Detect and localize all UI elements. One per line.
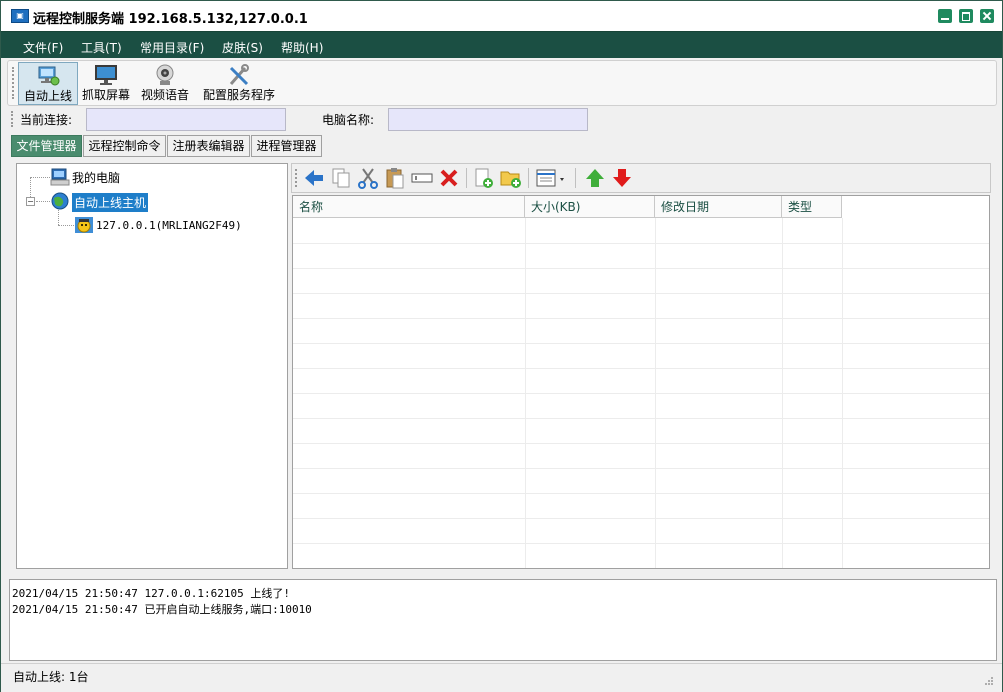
column-header-type[interactable]: 类型 xyxy=(782,196,842,218)
menu-skin[interactable]: 皮肤(S) xyxy=(222,39,263,56)
grid-line xyxy=(293,518,989,519)
grid-line xyxy=(293,243,989,244)
current-connection-label: 当前连接: xyxy=(20,113,73,127)
back-arrow-icon[interactable] xyxy=(303,167,325,189)
tab-remote-commands[interactable]: 远程控制命令 xyxy=(83,135,166,157)
webcam-icon xyxy=(156,64,174,85)
computer-name-field[interactable] xyxy=(388,108,588,131)
copy-icon[interactable] xyxy=(330,167,352,189)
column-header-name[interactable]: 名称 xyxy=(293,196,525,218)
menu-bar: 文件(F) 工具(T) 常用目录(F) 皮肤(S) 帮助(H) xyxy=(1,31,1002,58)
grid-line xyxy=(293,368,989,369)
auto-online-button[interactable]: 自动上线 xyxy=(18,62,78,105)
tree-collapse-toggle[interactable]: − xyxy=(26,197,35,206)
toolbar-separator xyxy=(466,168,467,188)
tree-node-auto-online-hosts[interactable]: 自动上线主机 xyxy=(50,192,170,212)
host-tree[interactable]: − 我的电脑 自动上线主机 127.0.0.1(MRLIANG2F49) xyxy=(16,163,288,569)
grid-line xyxy=(293,343,989,344)
my-computer-icon xyxy=(50,168,70,186)
grid-line xyxy=(293,443,989,444)
video-voice-button[interactable]: 视频语音 xyxy=(139,62,191,103)
grid-line xyxy=(293,293,989,294)
config-server-label: 配置服务程序 xyxy=(202,88,275,102)
tree-node-host[interactable]: 127.0.0.1(MRLIANG2F49) xyxy=(74,216,264,236)
status-text: 自动上线: 1台 xyxy=(13,670,89,684)
app-icon: ▣ xyxy=(11,9,29,23)
upload-icon[interactable] xyxy=(584,167,606,189)
toolbar-separator xyxy=(528,168,529,188)
log-output[interactable]: 2021/04/15 21:50:47 127.0.0.1:62105 上线了!… xyxy=(9,579,997,661)
file-toolbar-grip[interactable] xyxy=(295,169,299,187)
menu-common-dirs[interactable]: 常用目录(F) xyxy=(140,39,204,56)
new-file-icon[interactable] xyxy=(473,167,495,189)
config-server-button[interactable]: 配置服务程序 xyxy=(200,62,278,103)
tab-file-manager[interactable]: 文件管理器 xyxy=(11,135,82,157)
computer-name-label: 电脑名称: xyxy=(322,113,375,127)
connection-bar: 当前连接: 电脑名称: xyxy=(7,107,995,131)
grid-line xyxy=(293,543,989,544)
tree-node-my-computer[interactable]: 我的电脑 xyxy=(50,168,170,186)
monitor-icon xyxy=(95,65,117,85)
resize-grip-icon[interactable] xyxy=(984,676,994,686)
view-mode-icon[interactable] xyxy=(535,167,567,189)
grid-line xyxy=(293,318,989,319)
tools-icon xyxy=(229,64,249,86)
tree-node-label: 我的电脑 xyxy=(72,171,121,185)
tree-connector xyxy=(58,210,59,225)
maximize-button[interactable] xyxy=(959,9,973,23)
menu-file[interactable]: 文件(F) xyxy=(23,39,63,56)
grid-line xyxy=(293,493,989,494)
current-connection-field[interactable] xyxy=(86,108,286,131)
close-button[interactable] xyxy=(980,9,994,23)
video-voice-label: 视频语音 xyxy=(140,88,189,102)
menu-tools[interactable]: 工具(T) xyxy=(81,39,122,56)
toolbar-grip[interactable] xyxy=(12,67,16,99)
capture-screen-button[interactable]: 抓取屏幕 xyxy=(80,62,132,103)
grid-line xyxy=(293,418,989,419)
delete-icon[interactable] xyxy=(438,167,460,189)
host-avatar-icon xyxy=(75,217,93,233)
file-toolbar xyxy=(291,163,991,193)
tree-connector xyxy=(36,201,50,202)
log-line: 2021/04/15 21:50:47 127.0.0.1:62105 上线了! xyxy=(12,587,291,600)
grid-line xyxy=(293,268,989,269)
tree-connector xyxy=(58,225,74,226)
column-header-size[interactable]: 大小(KB) xyxy=(525,196,655,218)
auto-online-label: 自动上线 xyxy=(23,89,72,103)
file-manager-panel: − 我的电脑 自动上线主机 127.0.0.1(MRLIANG2F49) 名称 … xyxy=(9,157,997,575)
tab-registry-editor[interactable]: 注册表编辑器 xyxy=(167,135,250,157)
grid-line xyxy=(293,468,989,469)
log-line: 2021/04/15 21:50:47 已开启自动上线服务,端口:10010 xyxy=(12,603,312,616)
column-header-modified[interactable]: 修改日期 xyxy=(655,196,782,218)
tab-process-manager[interactable]: 进程管理器 xyxy=(251,135,322,157)
cut-icon[interactable] xyxy=(357,167,379,189)
paste-icon[interactable] xyxy=(384,167,406,189)
new-folder-icon[interactable] xyxy=(500,167,522,189)
tree-node-label: 自动上线主机 xyxy=(72,193,149,212)
main-window: ▣ 远程控制服务端 192.168.5.132,127.0.0.1 文件(F) … xyxy=(0,0,1003,692)
tree-connector xyxy=(30,177,50,178)
main-toolbar: 自动上线 抓取屏幕 视频语音 配置服务程序 xyxy=(7,60,997,106)
file-list[interactable]: 名称 大小(KB) 修改日期 类型 xyxy=(292,195,990,569)
globe-icon xyxy=(51,192,69,210)
status-bar: 自动上线: 1台 xyxy=(1,663,1002,692)
menu-help[interactable]: 帮助(H) xyxy=(281,39,323,56)
grid-line xyxy=(293,393,989,394)
minimize-button[interactable] xyxy=(938,9,952,23)
window-title: 远程控制服务端 192.168.5.132,127.0.0.1 xyxy=(33,12,308,27)
title-bar: ▣ 远程控制服务端 192.168.5.132,127.0.0.1 xyxy=(1,1,1002,31)
toolbar-separator xyxy=(575,168,576,188)
connection-bar-grip[interactable] xyxy=(11,111,15,127)
download-icon[interactable] xyxy=(611,167,633,189)
rename-icon[interactable] xyxy=(411,167,433,189)
capture-screen-label: 抓取屏幕 xyxy=(81,88,130,102)
online-computer-icon xyxy=(38,66,60,86)
tree-node-label: 127.0.0.1(MRLIANG2F49) xyxy=(96,219,242,232)
